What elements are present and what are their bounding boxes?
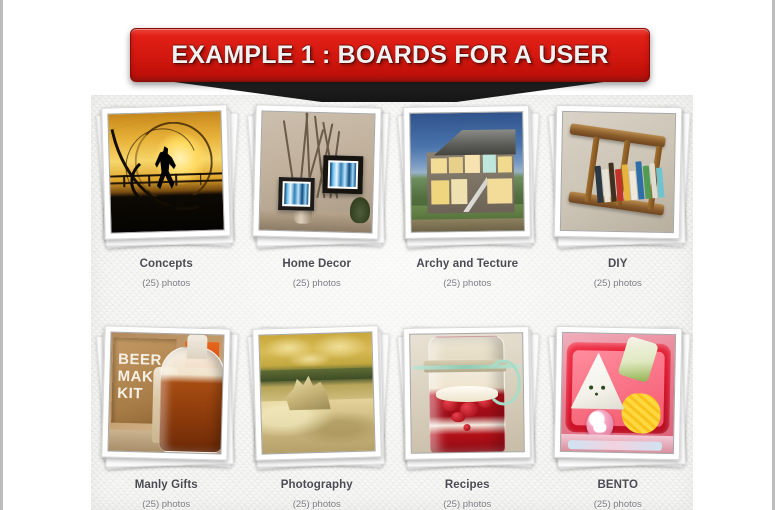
board-thumbnail[interactable] (251, 325, 382, 461)
board-photo-count: (25) photos (292, 278, 341, 289)
photo-stack (397, 325, 540, 470)
board-title: Manly Gifts (134, 479, 198, 491)
board-thumbnail[interactable] (101, 104, 232, 240)
board-photo-count: (25) photos (142, 499, 191, 510)
beer-kit-text-line1: BEER (118, 351, 163, 370)
board-title: Archy and Tecture (416, 258, 519, 270)
mason-jar-dessert-photo (409, 332, 526, 454)
board-card-manly-gifts[interactable]: BEER MAKIN KIT Manly Gifts (25) photos (91, 325, 241, 510)
board-card-home-decor[interactable]: Home Decor (25) photos (242, 104, 392, 289)
page-root: EXAMPLE 1 : BOARDS FOR A USER Concepts (… (0, 0, 775, 510)
board-photo-count: (25) photos (443, 278, 492, 289)
page-title: EXAMPLE 1 : BOARDS FOR A USER (171, 40, 609, 69)
board-title: Recipes (444, 479, 490, 491)
photo-stack (96, 104, 239, 249)
framed-art-and-branches-photo (258, 110, 376, 234)
board-title: Concepts (139, 258, 193, 270)
photo-stack (547, 325, 691, 470)
board-photo-count: (25) photos (593, 278, 642, 289)
open-house-at-dusk-photo (409, 111, 526, 233)
board-card-concepts[interactable]: Concepts (25) photos (91, 104, 241, 289)
board-card-diy[interactable]: DIY (25) photos (543, 104, 693, 289)
board-card-bento[interactable]: BENTO (25) photos (543, 325, 693, 510)
board-grid: Concepts (25) photos Home Decor (25) pho… (91, 104, 693, 510)
photo-stack (547, 104, 691, 249)
beer-making-kit-photo: BEER MAKIN KIT (107, 331, 225, 455)
banner-plate: EXAMPLE 1 : BOARDS FOR A USER (130, 28, 650, 82)
beer-kit-text-line3: KIT (117, 385, 144, 403)
photo-stack (397, 104, 540, 249)
board-photo-count: (25) photos (292, 499, 341, 510)
board-thumbnail[interactable] (553, 104, 683, 240)
photo-stack (246, 104, 390, 249)
board-card-photography[interactable]: Photography (25) photos (242, 325, 392, 510)
board-card-archy-and-tecture[interactable]: Archy and Tecture (25) photos (392, 104, 542, 289)
board-thumbnail[interactable] (252, 104, 382, 240)
runner-sunset-silhouette-photo (107, 110, 225, 234)
golden-landscape-photo (258, 331, 376, 455)
board-thumbnail[interactable] (403, 326, 532, 460)
board-photo-count: (25) photos (443, 499, 492, 510)
page-banner: EXAMPLE 1 : BOARDS FOR A USER (130, 28, 650, 102)
bento-box-onigiri-photo (559, 331, 676, 455)
board-title: Home Decor (282, 258, 352, 270)
board-photo-count: (25) photos (142, 278, 191, 289)
photo-stack: BEER MAKIN KIT (96, 325, 239, 470)
photo-stack (246, 325, 390, 470)
board-title: DIY (608, 258, 628, 270)
ladder-bookshelf-photo (559, 110, 676, 234)
board-title: Photography (280, 479, 353, 491)
board-card-recipes[interactable]: Recipes (25) photos (392, 325, 542, 510)
board-title: BENTO (597, 479, 639, 491)
board-photo-count: (25) photos (593, 499, 642, 510)
board-thumbnail[interactable]: BEER MAKIN KIT (101, 325, 231, 461)
board-thumbnail[interactable] (403, 105, 532, 239)
board-thumbnail[interactable] (553, 325, 683, 461)
